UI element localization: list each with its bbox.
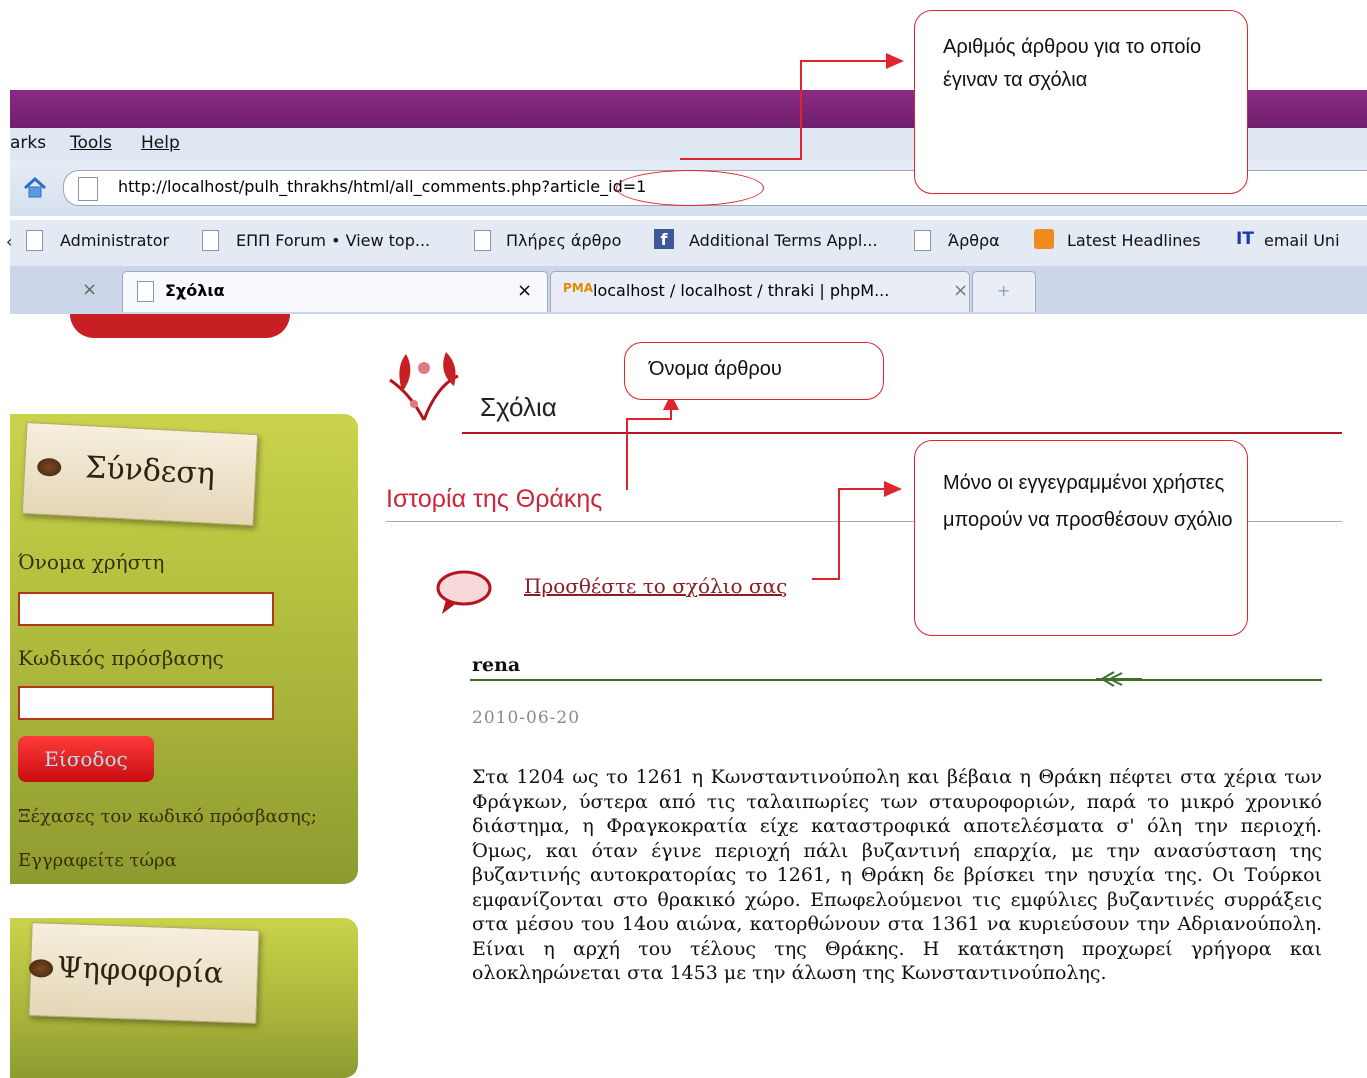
comment-body: Στα 1204 ως το 1261 η Κωνσταντινούπολη κ…: [472, 766, 1322, 984]
login-button[interactable]: Είσοδος: [18, 736, 154, 782]
speech-bubble-icon: [434, 568, 494, 616]
login-panel: Σύνδεση Όνομα χρήστη Κωδικός πρόσβασης Ε…: [10, 414, 358, 884]
plus-icon: +: [997, 281, 1011, 300]
article-title: Ιστορία της Θράκης: [386, 485, 603, 513]
bookmark-administrator[interactable]: Administrator: [60, 231, 169, 250]
tab-bar: × Σχόλια × PMA localhost / localhost / t…: [10, 266, 1367, 314]
page-icon: [78, 177, 98, 201]
password-label: Κωδικός πρόσβασης: [18, 646, 224, 670]
tag-hole-icon: [36, 457, 62, 477]
tab-comments[interactable]: Σχόλια ×: [122, 271, 548, 312]
section-title: Σχόλια: [480, 392, 557, 422]
callout-article-name: Όνομα άρθρου: [624, 342, 884, 400]
tag-hole-icon: [28, 958, 54, 978]
university-icon: ΙΤ: [1236, 229, 1254, 249]
bookmarks-bar: ‹ Administrator ΕΠΠ Forum • View top... …: [6, 220, 1367, 266]
sidebar: Σύνδεση Όνομα χρήστη Κωδικός πρόσβασης Ε…: [10, 314, 380, 1078]
tab-title: localhost / localhost / thraki | phpM...: [593, 281, 890, 300]
page-icon: [26, 230, 43, 251]
url-text[interactable]: http://localhost/pulh_thrakhs/html/all_c…: [118, 177, 646, 196]
comment-author: rena: [472, 654, 521, 676]
logo-decoration: [70, 314, 290, 338]
poll-panel: Ψηφοφορία: [10, 918, 358, 1078]
url-highlight-ellipse: [616, 170, 764, 206]
bookmark-full-article[interactable]: Πλήρες άρθρο: [506, 231, 621, 250]
close-icon[interactable]: ×: [517, 280, 532, 301]
bookmark-latest-headlines[interactable]: Latest Headlines: [1067, 231, 1201, 250]
rss-icon: [1034, 229, 1054, 249]
register-link[interactable]: Εγγραφείτε τώρα: [18, 850, 177, 871]
poll-tag: Ψηφοφορία: [28, 922, 260, 1024]
add-comment-link[interactable]: Προσθέστε το σχόλιο σας: [524, 574, 787, 598]
phpmyadmin-icon: PMA: [563, 281, 594, 295]
comment-divider: [470, 679, 1322, 681]
forgot-password-link[interactable]: Ξέχασες τον κωδικό πρόσβασης;: [18, 806, 317, 827]
title-underline: [462, 432, 1342, 434]
home-icon[interactable]: [22, 176, 48, 200]
page-icon: [474, 230, 491, 251]
tab-phpmyadmin[interactable]: PMA localhost / localhost / thraki | php…: [550, 271, 970, 312]
username-label: Όνομα χρήστη: [18, 550, 165, 574]
username-input[interactable]: [18, 592, 274, 626]
arrow-head-icon: [886, 53, 904, 69]
arrow-ornament-icon: [1096, 670, 1142, 688]
bookmark-forum[interactable]: ΕΠΠ Forum • View top...: [236, 231, 430, 250]
callout-article-id: Αριθμός άρθρου για το οποίο έγιναν τα σχ…: [914, 10, 1248, 194]
close-icon[interactable]: ×: [82, 279, 97, 300]
new-tab-button[interactable]: +: [972, 271, 1036, 312]
menu-bookmarks[interactable]: arks: [10, 133, 46, 153]
page-icon: [914, 230, 931, 251]
login-tag: Σύνδεση: [21, 421, 259, 527]
menu-help[interactable]: Help: [141, 133, 180, 153]
flower-ornament-icon: [384, 346, 464, 424]
comment-date: 2010-06-20: [472, 708, 581, 728]
close-icon[interactable]: ×: [953, 280, 968, 301]
menu-tools[interactable]: Tools: [70, 133, 112, 153]
bookmark-additional-terms[interactable]: Additional Terms Appl...: [689, 231, 878, 250]
tab-title: Σχόλια: [165, 281, 225, 300]
login-title: Σύνδεση: [84, 450, 216, 492]
page-icon: [137, 281, 154, 302]
password-input[interactable]: [18, 686, 274, 720]
page-icon: [202, 230, 219, 251]
bookmark-articles[interactable]: Άρθρα: [948, 231, 1000, 250]
arrow-head-icon: [884, 481, 902, 497]
poll-title: Ψηφοφορία: [56, 949, 224, 990]
facebook-icon: f: [654, 229, 674, 249]
bookmark-email-uni[interactable]: email Uni: [1264, 231, 1340, 250]
callout-registered-only: Μόνο οι εγγεγραμμένοι χρήστες μπορούν να…: [914, 440, 1248, 636]
